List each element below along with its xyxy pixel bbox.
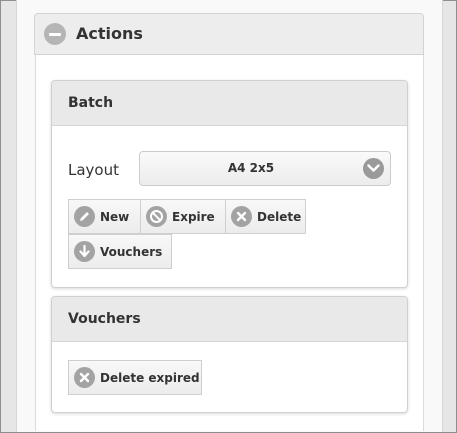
- delete-expired-button-label: Delete expired: [100, 371, 200, 385]
- arrow-down-icon: [74, 241, 95, 262]
- expire-button-label: Expire: [172, 210, 215, 224]
- expire-button[interactable]: Expire: [140, 199, 226, 234]
- vouchers-title: Vouchers: [52, 297, 407, 342]
- vouchers-card: Vouchers Delete expired: [51, 296, 408, 413]
- delete-button-label: Delete: [257, 210, 302, 224]
- delete-expired-button[interactable]: Delete expired: [68, 360, 202, 395]
- layout-select[interactable]: A4 2x5: [139, 151, 391, 186]
- delete-icon: [231, 206, 252, 227]
- pencil-icon: [74, 206, 95, 227]
- minus-circle-icon[interactable]: [44, 23, 66, 45]
- delete-button[interactable]: Delete: [225, 199, 306, 234]
- layout-label: Layout: [68, 161, 119, 179]
- new-button[interactable]: New: [68, 199, 141, 234]
- actions-collapsible-header[interactable]: Actions: [34, 13, 424, 55]
- chevron-down-icon: [363, 158, 384, 179]
- delete-icon: [74, 367, 95, 388]
- batch-title: Batch: [52, 81, 407, 126]
- actions-title: Actions: [76, 24, 143, 43]
- layout-select-value: A4 2x5: [227, 161, 275, 175]
- batch-card: Batch Layout A4 2x5 New Expire Delete Vo…: [51, 80, 408, 288]
- forbidden-icon: [146, 206, 167, 227]
- vouchers-button[interactable]: Vouchers: [68, 234, 172, 269]
- new-button-label: New: [100, 210, 130, 224]
- vouchers-button-label: Vouchers: [100, 245, 163, 259]
